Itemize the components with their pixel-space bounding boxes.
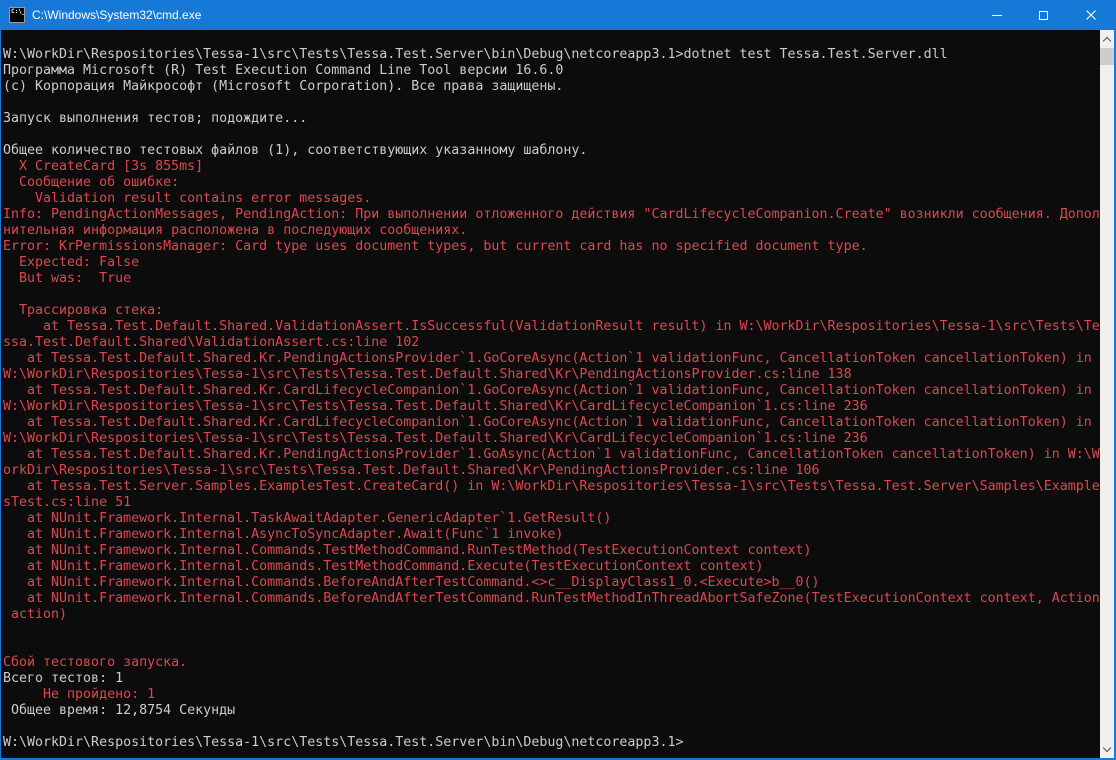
console-line: at NUnit.Framework.Internal.Commands.Bef… (3, 591, 1100, 607)
console-line: action) (3, 607, 1100, 623)
console-line: W:\WorkDir\Respositories\Tessa-1\src\Tes… (3, 367, 1100, 383)
console-line (3, 95, 1100, 111)
window-body: W:\WorkDir\Respositories\Tessa-1\src\Tes… (1, 30, 1114, 758)
console-line: sTest.cs:line 51 (3, 495, 1100, 511)
console-line: at NUnit.Framework.Internal.AsyncToSyncA… (3, 527, 1100, 543)
console-line: at Tessa.Test.Default.Shared.ValidationA… (3, 319, 1100, 335)
console-line: orkDir\Respositories\Tessa-1\src\Tests\T… (3, 463, 1100, 479)
console-line: at Tessa.Test.Server.Samples.ExamplesTes… (3, 479, 1100, 495)
cmd-window: C:\_ C:\Windows\System32\cmd.exe W:\Work… (0, 0, 1116, 760)
scroll-up-button[interactable] (1100, 30, 1114, 47)
console-line: But was: True (3, 271, 1100, 287)
console-line: at Tessa.Test.Default.Shared.Kr.CardLife… (3, 415, 1100, 431)
console-line: Error: KrPermissionsManager: Card type u… (3, 239, 1100, 255)
console-line: Expected: False (3, 255, 1100, 271)
console-line: W:\WorkDir\Respositories\Tessa-1\src\Tes… (3, 735, 1100, 751)
chevron-down-icon (1103, 743, 1111, 751)
console-line: Validation result contains error message… (3, 191, 1100, 207)
console-line: Всего тестов: 1 (3, 671, 1100, 687)
maximize-button[interactable] (1020, 0, 1067, 30)
title-bar[interactable]: C:\_ C:\Windows\System32\cmd.exe (1, 0, 1114, 30)
console-line: Запуск выполнения тестов; подождите... (3, 111, 1100, 127)
console-line: W:\WorkDir\Respositories\Tessa-1\src\Tes… (3, 47, 1100, 63)
console-line (3, 639, 1100, 655)
console-line: at Tessa.Test.Default.Shared.Kr.PendingA… (3, 447, 1100, 463)
console-line: at Tessa.Test.Default.Shared.Kr.PendingA… (3, 351, 1100, 367)
console-line: at Tessa.Test.Default.Shared.Kr.CardLife… (3, 383, 1100, 399)
console-line: Сообщение об ошибке: (3, 175, 1100, 191)
chevron-up-icon (1103, 36, 1111, 44)
scrollbar-track[interactable] (1100, 47, 1114, 741)
scroll-down-button[interactable] (1100, 741, 1114, 758)
console-line (3, 287, 1100, 303)
console-line: at NUnit.Framework.Internal.TaskAwaitAda… (3, 511, 1100, 527)
cmd-icon[interactable]: C:\_ (9, 7, 25, 23)
minimize-button[interactable] (973, 0, 1020, 30)
window-controls (973, 0, 1114, 30)
console-line (3, 719, 1100, 735)
console-line: Трассировка стека: (3, 303, 1100, 319)
close-icon (1086, 10, 1096, 20)
console-line: X CreateCard [3s 855ms] (3, 159, 1100, 175)
console-line: Программа Microsoft (R) Test Execution C… (3, 63, 1100, 79)
console-line: Info: PendingActionMessages, PendingActi… (3, 207, 1100, 223)
console-line (3, 623, 1100, 639)
window-title: C:\Windows\System32\cmd.exe (32, 8, 201, 22)
scrollbar-thumb[interactable] (1100, 48, 1114, 65)
console-line: W:\WorkDir\Respositories\Tessa-1\src\Tes… (3, 431, 1100, 447)
maximize-icon (1039, 11, 1048, 20)
cmd-icon-glyph: C:\_ (10, 8, 25, 16)
console-line: нительная информация расположена в после… (3, 223, 1100, 239)
console-line: ssa.Test.Default.Shared\ValidationAssert… (3, 335, 1100, 351)
close-button[interactable] (1067, 0, 1114, 30)
console-line: Общее количество тестовых файлов (1), со… (3, 143, 1100, 159)
console-line: (c) Корпорация Майкрософт (Microsoft Cor… (3, 79, 1100, 95)
console-line: Не пройдено: 1 (3, 687, 1100, 703)
console-line: Сбой тестового запуска. (3, 655, 1100, 671)
console-output[interactable]: W:\WorkDir\Respositories\Tessa-1\src\Tes… (1, 30, 1100, 758)
console-line: W:\WorkDir\Respositories\Tessa-1\src\Tes… (3, 399, 1100, 415)
console-line: at NUnit.Framework.Internal.Commands.Tes… (3, 543, 1100, 559)
console-line: Общее время: 12,8754 Секунды (3, 703, 1100, 719)
console-line: at NUnit.Framework.Internal.Commands.Tes… (3, 559, 1100, 575)
console-line: at NUnit.Framework.Internal.Commands.Bef… (3, 575, 1100, 591)
console-line (3, 127, 1100, 143)
minimize-icon (992, 15, 1002, 16)
scrollbar[interactable] (1100, 30, 1114, 758)
